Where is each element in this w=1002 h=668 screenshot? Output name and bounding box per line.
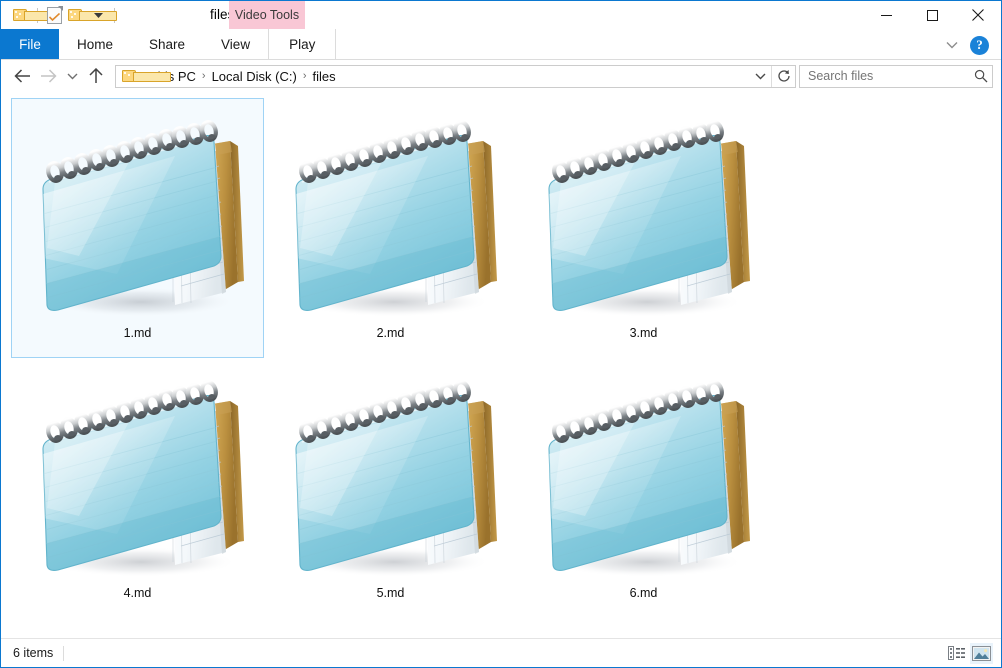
folder-icon[interactable] [10, 4, 62, 26]
address-bar-controls [749, 65, 795, 87]
file-name-label: 5.md [376, 586, 405, 600]
navigation-bar: › This PC › Local Disk (C:) › files [1, 60, 1001, 92]
tab-home[interactable]: Home [59, 29, 131, 59]
notepad-icon [529, 365, 759, 583]
notepad-icon [276, 365, 506, 583]
notepad-icon [23, 105, 253, 323]
file-name-label: 4.md [123, 586, 152, 600]
search-input[interactable] [808, 69, 974, 83]
up-button[interactable] [83, 63, 109, 89]
file-item-3[interactable]: 3.md [517, 98, 770, 358]
maximize-button[interactable] [909, 1, 955, 29]
status-bar: 6 items [1, 638, 1001, 667]
title-bar: files [1, 1, 1001, 29]
file-item-6[interactable]: 6.md [517, 358, 770, 618]
qat-chevron-down-icon[interactable] [87, 4, 109, 26]
back-button[interactable] [9, 63, 35, 89]
tab-share[interactable]: Share [131, 29, 203, 59]
details-view-button[interactable] [945, 643, 968, 664]
file-item-5[interactable]: 5.md [264, 358, 517, 618]
tab-file[interactable]: File [1, 29, 59, 59]
status-separator [63, 645, 65, 661]
quick-access-toolbar [1, 1, 120, 29]
large-icons-view-button[interactable] [970, 642, 993, 664]
forward-button[interactable] [35, 63, 61, 89]
ribbon-help-row: ? [942, 31, 997, 59]
recent-locations-chevron-down-icon[interactable] [61, 63, 83, 89]
breadcrumb-item-local-disk[interactable]: Local Disk (C:) [207, 69, 302, 84]
minimize-ribbon-chevron-down-icon[interactable] [942, 35, 962, 55]
notepad-icon [276, 105, 506, 323]
explorer-window: files File Home Share View Play Video To… [0, 0, 1002, 668]
contextual-tab-video-tools: Video Tools [229, 1, 305, 29]
tab-play[interactable]: Play [268, 29, 337, 59]
new-folder-icon[interactable] [65, 4, 117, 26]
file-name-label: 3.md [629, 326, 658, 340]
help-button[interactable]: ? [970, 35, 989, 55]
file-item-1[interactable]: 1.md [11, 98, 264, 358]
search-box[interactable] [799, 64, 993, 88]
file-name-label: 2.md [376, 326, 405, 340]
checkmark-glyph [48, 12, 60, 21]
minimize-button[interactable] [863, 1, 909, 29]
window-controls [863, 1, 1001, 29]
file-list-view[interactable]: 1.md 2.md 3.md 4.md 5.md 6.md [1, 92, 1001, 634]
tab-view[interactable]: View [203, 29, 268, 59]
address-bar[interactable]: › This PC › Local Disk (C:) › files [115, 64, 796, 88]
file-item-4[interactable]: 4.md [11, 358, 264, 618]
previous-locations-chevron-down-icon[interactable] [749, 66, 771, 87]
refresh-icon[interactable] [771, 65, 795, 87]
breadcrumb: › This PC › Local Disk (C:) › files [139, 69, 749, 84]
file-item-2[interactable]: 2.md [264, 98, 517, 358]
breadcrumb-item-files[interactable]: files [308, 69, 341, 84]
address-folder-icon [121, 69, 171, 83]
search-icon[interactable] [974, 69, 988, 83]
item-count-label: 6 items [13, 646, 54, 660]
close-button[interactable] [955, 1, 1001, 29]
file-name-label: 6.md [629, 586, 658, 600]
ribbon-tab-strip: File Home Share View Play [1, 29, 1001, 59]
notepad-icon [23, 365, 253, 583]
notepad-icon [529, 105, 759, 323]
file-name-label: 1.md [123, 326, 152, 340]
properties-icon[interactable] [43, 4, 65, 26]
